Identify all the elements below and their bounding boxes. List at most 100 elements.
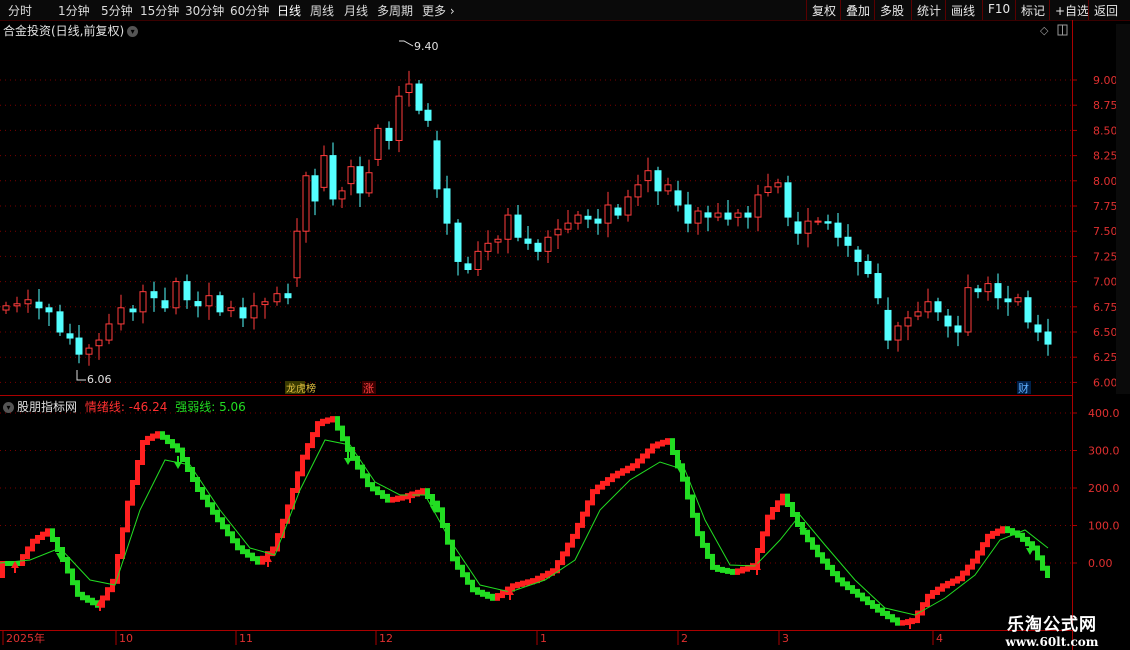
emotion-bar [295,471,300,493]
emotion-bar [420,488,425,495]
candle-body [239,307,247,319]
emotion-bar [950,578,955,586]
emotion-bar [385,493,390,503]
candle-body [385,127,393,141]
candle-body [161,300,169,309]
emotion-bar [860,592,865,602]
emotion-bar [235,538,240,551]
emotion-bar [855,588,860,598]
candle-body [284,293,292,299]
candle-body [604,204,612,224]
candle-body [574,214,582,224]
candle-body [734,212,742,218]
emotion-bar [85,595,90,603]
emotion-bar [520,580,525,587]
emotion-bar [315,421,320,438]
time-tick-label: 10 [119,632,133,645]
emotion-bar [540,573,545,581]
emotion-bar [125,500,130,533]
emotion-bar [970,558,975,570]
emotion-bar [525,579,530,586]
emotion-bar [200,487,205,500]
candle-body [365,172,373,194]
candle-body [594,218,602,224]
emotion-bar [30,538,35,552]
right-edge-panel [1116,24,1130,394]
price-tick-label: 8.75 [1093,99,1118,112]
candle-body [356,166,364,194]
emotion-bar [570,533,575,548]
candle-body [261,301,269,306]
candle-body [1044,331,1052,345]
emotion-bar [65,557,70,574]
candle-body [804,220,812,234]
candle-body [894,325,902,341]
emotion-bar [130,480,135,506]
emotion-bar [815,544,820,558]
emotion-bar [20,554,25,566]
candle-body [139,291,147,313]
candle-body [944,315,952,327]
emotion-bar [735,568,740,575]
emotion-bar [45,528,50,537]
candle-body [674,190,682,206]
candle-body [183,281,191,301]
emotion-bar [805,529,810,543]
candle-body [433,140,441,190]
diamond-icon[interactable]: ◇ [1040,24,1049,37]
candle-body [914,311,922,317]
candle-body [150,291,158,299]
emotion-bar [975,550,980,564]
emotion-bar [770,507,775,520]
emotion-bar [775,500,780,512]
indicator-tick-label: 0.00 [1088,557,1113,570]
candle-body [614,207,622,216]
emotion-bar [715,564,720,572]
candle-body [954,325,962,333]
candle-body [443,188,451,224]
emotion-bar [40,531,45,540]
emotion-bar [765,514,770,537]
candle-body [564,222,572,230]
emotion-bar [105,587,110,601]
candle-body [405,83,413,93]
candle-body [45,307,53,313]
emotion-bar [230,531,235,544]
time-tick-label: 12 [379,632,393,645]
emotion-bar [925,593,930,608]
emotion-bar [655,441,660,449]
emotion-bar [830,564,835,577]
emotion-bar [1000,526,1005,534]
emotion-bar [720,566,725,573]
emotion-bar [240,545,245,555]
candle-body [1034,324,1042,333]
emotion-bar [325,417,330,424]
emotion-bar [205,494,210,508]
price-tick-label: 6.75 [1093,301,1118,314]
candle-body [474,250,482,271]
emotion-bar [955,576,960,584]
emotion-bar [445,523,450,545]
emotion-bar [495,593,500,601]
emotion-bar [840,577,845,587]
watermark: 乐淘公式网 www.60lt.com [988,606,1116,650]
candle-body [227,307,235,312]
emotion-bar [585,500,590,517]
candle-body [874,273,882,299]
emotion-bar [1035,545,1040,561]
high-pointer [399,40,414,47]
candle-body [864,260,872,275]
candle-body [1024,297,1032,323]
candle-body [904,317,912,327]
low-price-label: 6.06 [87,373,112,386]
emotion-bar [985,533,990,548]
emotion-bar [930,590,935,599]
price-tick-label: 7.75 [1093,200,1118,213]
emotion-bar [1045,565,1050,578]
candle-body [554,228,562,236]
emotion-bar [210,502,215,515]
emotion-bar [945,580,950,589]
emotion-bar [115,554,120,584]
emotion-bar [845,581,850,591]
emotion-bar [35,535,40,544]
